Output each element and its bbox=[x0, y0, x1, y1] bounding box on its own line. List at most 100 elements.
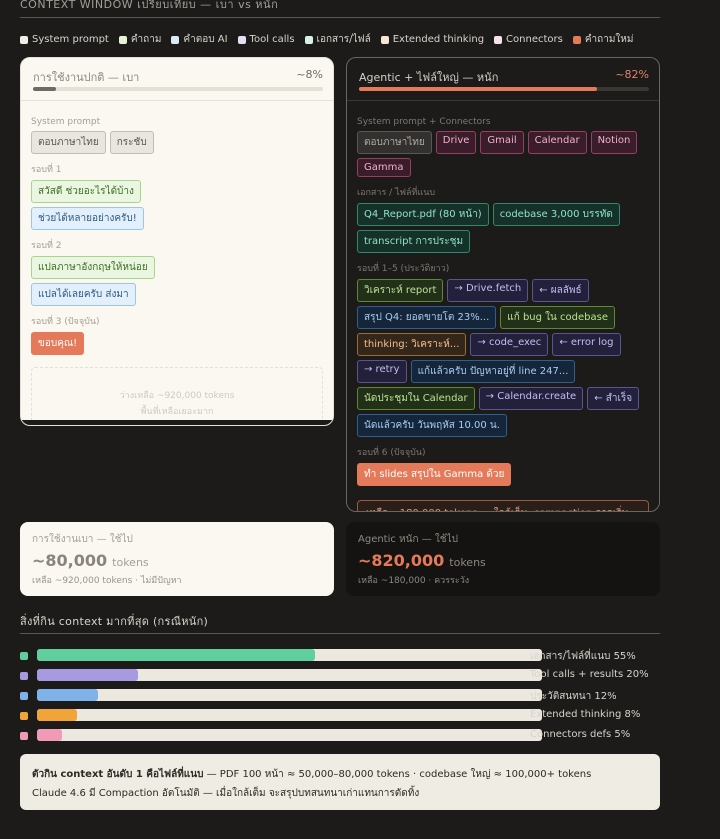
chip-group: ตอบภาษาไทย กระชับ bbox=[31, 131, 323, 154]
light-panel-title: การใช้งานปกติ — เบา bbox=[33, 71, 140, 84]
light-panel-body: System prompt ตอบภาษาไทย กระชับรอบที่ 1 สวั… bbox=[21, 101, 333, 425]
context-chip: Gamma bbox=[357, 158, 411, 177]
context-chip: → code_exec bbox=[470, 333, 549, 356]
consumer-row: เอกสาร/ไฟล์ที่แนบ 55% bbox=[20, 649, 680, 669]
context-chip: → retry bbox=[357, 360, 407, 383]
context-chip: thinking: วิเคราะห์... bbox=[357, 333, 467, 356]
legend-swatch bbox=[20, 35, 28, 44]
legend-item: คำถาม bbox=[118, 32, 162, 47]
legend-swatch bbox=[572, 35, 581, 44]
legend-swatch bbox=[304, 35, 313, 44]
section-label: รอบที่ 1–5 (ประวัติยาว) bbox=[357, 264, 450, 274]
context-chip: transcript การประชุม bbox=[357, 230, 471, 253]
chip-group: วิเคราะห์ report → Drive.fetch ← ผลลัพธ์ สร… bbox=[357, 279, 649, 437]
section-label: รอบที่ 3 (ปัจจุบัน) bbox=[31, 317, 100, 327]
context-chip: แปลได้เลยครับ ส่งมา bbox=[31, 283, 136, 306]
consumers-bar-list: เอกสาร/ไฟล์ที่แนบ 55% Tool calls + result… bbox=[20, 649, 680, 749]
legend-item: System prompt bbox=[20, 34, 109, 45]
chip-group: แปลภาษาอังกฤษให้หน่อยแปลได้เลยครับ ส่งมา bbox=[31, 256, 323, 306]
consumer-bar-track bbox=[37, 669, 542, 681]
free-space-area: ว่างเหลือ ~920,000 tokens พื้นที่เหลือเยอ… bbox=[31, 367, 323, 425]
context-chip: ทำ slides สรุปใน Gamma ด้วย bbox=[357, 463, 512, 486]
section-label: รอบที่ 1 bbox=[31, 165, 62, 175]
consumer-bar-track bbox=[37, 729, 542, 741]
legend-label: Tool calls bbox=[249, 34, 295, 45]
consumer-swatch bbox=[20, 712, 28, 720]
section-label: รอบที่ 6 (ปัจจุบัน) bbox=[357, 448, 426, 458]
note-line-2: Claude 4.6 มี Compaction อัตโนมัติ — เมื… bbox=[32, 788, 420, 799]
free-space-sub: พื้นที่เหลือเยอะมาก bbox=[140, 407, 214, 417]
heavy-card-value: ~820,000 tokens bbox=[358, 551, 486, 570]
consumers-title: สิ่งที่กิน context มากที่สุด (กรณีหนัก) bbox=[20, 615, 209, 628]
context-chip: แปลภาษาอังกฤษให้หน่อย bbox=[31, 256, 155, 279]
consumer-bar-fill bbox=[37, 709, 78, 721]
heavy-card-value-number: ~820,000 bbox=[358, 551, 445, 570]
heavy-usage-panel: Agentic + ไฟล์ใหญ่ — หนัก ~82% System pr… bbox=[346, 57, 660, 512]
header-divider bbox=[20, 17, 660, 18]
context-chip: → Calendar.create bbox=[478, 387, 584, 410]
chip-group: ทำ slides สรุปใน Gamma ด้วย bbox=[357, 463, 649, 486]
legend-item: Tool calls bbox=[237, 34, 295, 45]
legend-swatch bbox=[494, 35, 503, 44]
context-chip: ← error log bbox=[552, 333, 621, 356]
light-card-value-number: ~80,000 bbox=[32, 551, 108, 570]
context-chip: นัดประชุมใน Calendar bbox=[357, 387, 475, 410]
context-chip: Notion bbox=[590, 131, 638, 154]
heavy-card-sub: เหลือ ~180,000 · ควรระวัง bbox=[358, 576, 470, 586]
light-card-sub: เหลือ ~920,000 tokens · ไม่มีปัญหา bbox=[32, 576, 182, 586]
light-panel-header: การใช้งานปกติ — เบา ~8% bbox=[21, 58, 333, 101]
heavy-summary-card: Agentic หนัก — ใช้ไป ~820,000 tokens เหลื… bbox=[346, 522, 660, 596]
consumer-swatch bbox=[20, 652, 28, 660]
consumer-bar-fill bbox=[37, 669, 138, 681]
consumer-row: ประวัติสนทนา 12% bbox=[20, 689, 680, 709]
context-chip: Gmail bbox=[480, 131, 524, 154]
consumer-bar-fill bbox=[37, 729, 63, 741]
legend-label: Connectors bbox=[506, 34, 563, 45]
light-summary-card: การใช้งานเบา — ใช้ไป ~80,000 tokens เหลือ… bbox=[20, 522, 334, 596]
chip-group: สวัสดี ช่วยอะไรได้บ้าง ช่วยได้หลายอย่างคร… bbox=[31, 180, 323, 230]
context-chip: ← สำเร็จ bbox=[587, 387, 640, 410]
legend-label: คำถาม bbox=[130, 34, 162, 45]
consumer-bar-track bbox=[37, 709, 542, 721]
context-chip: ← ผลลัพธ์ bbox=[532, 279, 589, 302]
context-chip: Q4_Report.pdf (80 หน้า) bbox=[357, 203, 489, 226]
consumer-label: ประวัติสนทนา 12% bbox=[530, 691, 617, 702]
section-label: เอกสาร / ไฟล์ที่แนบ bbox=[357, 188, 436, 198]
page-title: CONTEXT WINDOW เปรียบเทียบ — เบา vs หนัก bbox=[20, 0, 279, 11]
legend-item: Extended thinking bbox=[380, 34, 484, 45]
note-line-1: ตัวกิน context อันดับ 1 คือไฟล์ที่แนบ — … bbox=[32, 767, 591, 782]
heavy-panel-body: System prompt + Connectors ตอบภาษาไทย Driv… bbox=[347, 101, 659, 511]
consumer-label: เอกสาร/ไฟล์ที่แนบ 55% bbox=[530, 651, 636, 662]
chip-group: ขอบคุณ! bbox=[31, 332, 323, 355]
legend-swatch bbox=[171, 35, 180, 44]
light-card-title: การใช้งานเบา — ใช้ไป bbox=[32, 534, 133, 545]
consumer-bar-fill bbox=[37, 689, 98, 701]
legend-item: เอกสาร/ไฟล์ bbox=[304, 32, 371, 47]
legend-item: คำถามใหม่ bbox=[572, 32, 633, 47]
consumer-bar-track bbox=[37, 689, 542, 701]
legend: System prompt คำถาม คำตอบ AI Tool calls เอกส… bbox=[20, 32, 633, 47]
context-chip: Drive bbox=[435, 131, 477, 154]
consumers-divider bbox=[20, 633, 660, 634]
consumer-swatch bbox=[20, 672, 28, 680]
section-label: System prompt + Connectors bbox=[357, 117, 491, 127]
chip-group: Q4_Report.pdf (80 หน้า) codebase 3,000 บร… bbox=[357, 203, 649, 253]
heavy-panel-title: Agentic + ไฟล์ใหญ่ — หนัก bbox=[359, 71, 499, 84]
consumer-label: Tool calls + results 20% bbox=[530, 669, 649, 680]
context-chip: สรุป Q4: ยอดขายโต 23%... bbox=[357, 306, 497, 329]
legend-label: System prompt bbox=[32, 34, 109, 45]
section-label: รอบที่ 2 bbox=[31, 241, 62, 251]
context-chip: ตอบภาษาไทย bbox=[357, 131, 432, 154]
context-chip: วิเคราะห์ report bbox=[357, 279, 444, 302]
note-highlight: ตัวกิน context อันดับ 1 คือไฟล์ที่แนบ bbox=[32, 769, 204, 780]
context-chip: ตอบภาษาไทย bbox=[31, 131, 106, 154]
section-label: System prompt bbox=[31, 117, 101, 127]
consumer-swatch bbox=[20, 692, 28, 700]
context-chip: แก้แล้วครับ ปัญหาอยู่ที่ line 247... bbox=[410, 360, 576, 383]
context-chip: แก้ bug ใน codebase bbox=[500, 306, 616, 329]
heavy-usage-bar bbox=[359, 87, 649, 91]
heavy-card-unit: tokens bbox=[449, 556, 486, 569]
consumer-bar-track bbox=[37, 649, 542, 661]
light-card-value: ~80,000 tokens bbox=[32, 551, 149, 570]
heavy-card-title: Agentic หนัก — ใช้ไป bbox=[358, 534, 458, 545]
